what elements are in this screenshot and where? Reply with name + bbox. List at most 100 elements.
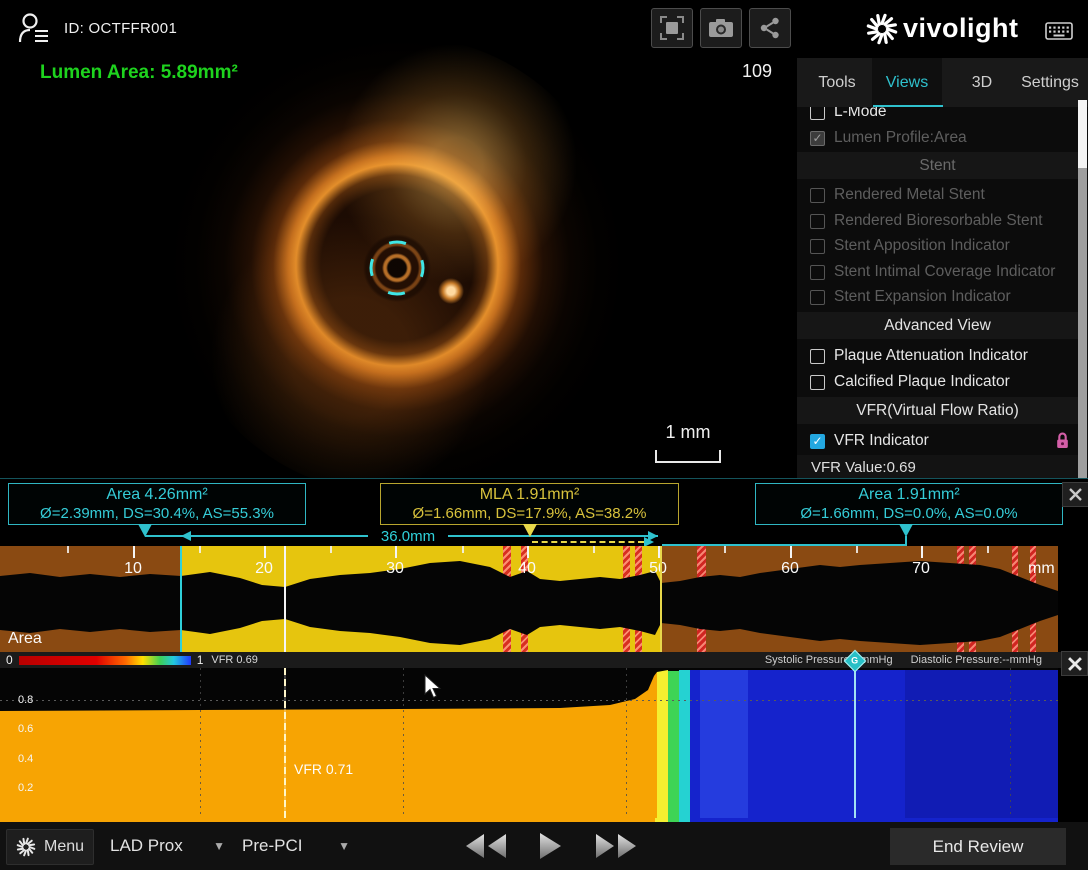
vfr-colorbar bbox=[19, 656, 191, 665]
gridline-v3 bbox=[626, 668, 627, 818]
play-button[interactable] bbox=[538, 831, 562, 861]
measurement-row: Area 4.26mm² Ø=2.39mm, DS=30.4%, AS=55.3… bbox=[0, 478, 1088, 547]
ruler-minor-tick bbox=[593, 546, 595, 553]
views-item-label: VFR Indicator bbox=[834, 432, 929, 450]
ruler-tick-20 bbox=[264, 546, 266, 558]
tab-settings[interactable]: Settings bbox=[1015, 58, 1085, 107]
span-length-label: 36.0mm bbox=[368, 528, 448, 545]
current-frame-line-vfr[interactable] bbox=[284, 668, 286, 818]
vivolight-oct-app: ID: OCTFFR001 Lumen Area: 5.89mm² 109 bbox=[0, 0, 1088, 870]
mla-box[interactable]: MLA 1.91mm² Ø=1.66mm, DS=17.9%, AS=38.2% bbox=[380, 483, 679, 525]
selected-tab-underline bbox=[873, 105, 943, 107]
vivolight-logo-icon bbox=[865, 12, 899, 46]
keyboard-icon[interactable] bbox=[1045, 22, 1073, 40]
views-item-calcified-plaque-indicator[interactable]: Calcified Plaque Indicator bbox=[797, 370, 1077, 394]
lumen-profile-chart[interactable]: 10203040506070 Area mm bbox=[0, 546, 1058, 652]
ruler-minor-tick bbox=[724, 546, 726, 553]
lock-icon bbox=[1055, 432, 1070, 449]
span-arrow-left bbox=[181, 531, 191, 541]
scale-bar bbox=[655, 450, 721, 463]
ruler-minor-tick bbox=[462, 546, 464, 553]
colorbar-min: 0 bbox=[6, 653, 13, 667]
panel-scrollbar-thumb[interactable] bbox=[1078, 100, 1087, 168]
close-icon bbox=[1068, 657, 1082, 671]
vfr-pullback-map[interactable]: 0.80.60.40.2 bbox=[0, 668, 1058, 818]
menu-button[interactable]: Menu bbox=[6, 829, 94, 865]
unchecked-checkbox bbox=[810, 188, 825, 203]
tab-3d[interactable]: 3D bbox=[957, 58, 1007, 107]
checked-checkbox: ✓ bbox=[810, 131, 825, 146]
roi-right-boundary[interactable] bbox=[660, 546, 662, 652]
views-item-rendered-metal-stent: Rendered Metal Stent bbox=[797, 183, 1077, 207]
fullscreen-icon bbox=[659, 15, 685, 41]
ruler-minor-tick bbox=[199, 546, 201, 553]
views-item-l-mode[interactable]: L-Mode bbox=[797, 107, 1077, 124]
unchecked-checkbox bbox=[810, 239, 825, 254]
ruler-label-70: 70 bbox=[912, 560, 930, 578]
rewind-button[interactable] bbox=[464, 831, 508, 861]
share-button[interactable] bbox=[749, 8, 791, 48]
fast-forward-button[interactable] bbox=[594, 831, 638, 861]
ruler-minor-tick bbox=[856, 546, 858, 553]
views-item-stent-expansion-indicator: Stent Expansion Indicator bbox=[797, 285, 1077, 309]
ruler-label-30: 30 bbox=[386, 560, 404, 578]
vfr-ytick-0.4: 0.4 bbox=[18, 753, 33, 765]
views-item-label: Plaque Attenuation Indicator bbox=[834, 347, 1028, 365]
views-item-label: Stent Expansion Indicator bbox=[834, 288, 1011, 306]
unchecked-checkbox[interactable] bbox=[810, 375, 825, 390]
unchecked-checkbox[interactable] bbox=[810, 107, 825, 120]
views-item-plaque-attenuation-indicator[interactable]: Plaque Attenuation Indicator bbox=[797, 344, 1077, 368]
ruler-minor-tick bbox=[67, 546, 69, 553]
snapshot-button[interactable] bbox=[700, 8, 742, 48]
oct-viewport[interactable]: ID: OCTFFR001 Lumen Area: 5.89mm² 109 bbox=[0, 0, 797, 478]
fullscreen-button[interactable] bbox=[651, 8, 693, 48]
views-item-lumen-profile-area: ✓ Lumen Profile:Area bbox=[797, 126, 1077, 150]
close-measure-row-button[interactable] bbox=[1062, 482, 1088, 507]
scale-label: 1 mm bbox=[648, 422, 728, 443]
unchecked-checkbox bbox=[810, 265, 825, 280]
current-frame-line-profile[interactable] bbox=[284, 546, 286, 652]
tab-views[interactable]: Views bbox=[872, 58, 942, 107]
views-item-label: Rendered Metal Stent bbox=[834, 186, 985, 204]
panel-scrollbar[interactable] bbox=[1078, 100, 1087, 478]
views-item-label: Stent Apposition Indicator bbox=[834, 237, 1010, 255]
diastolic-pressure: Diastolic Pressure:--mmHg bbox=[911, 654, 1042, 666]
section-header-advanced-view: Advanced View bbox=[797, 312, 1078, 339]
proximal-reference-box[interactable]: Area 4.26mm² Ø=2.39mm, DS=30.4%, AS=55.3… bbox=[8, 483, 306, 525]
views-item-label: Lumen Profile:Area bbox=[834, 129, 967, 147]
ruler-tick-60 bbox=[790, 546, 792, 558]
panel-tabs: Tools Views 3D Settings bbox=[797, 58, 1088, 107]
vfr-colormap bbox=[0, 668, 1058, 818]
gridline-v2 bbox=[403, 668, 404, 818]
views-options-list: L-Mode✓Lumen Profile:AreaStentRendered M… bbox=[797, 107, 1088, 478]
vessel-dropdown[interactable]: LAD Prox▼ bbox=[110, 822, 225, 870]
profile-axis-label: Area bbox=[8, 630, 42, 648]
ruler-minor-tick bbox=[330, 546, 332, 553]
bottom-toolbar: Menu LAD Prox▼ Pre-PCI▼ End Review bbox=[0, 822, 1088, 870]
phase-dropdown[interactable]: Pre-PCI▼ bbox=[242, 822, 350, 870]
mla-dashed-line bbox=[532, 541, 644, 543]
colorbar-max: 1 bbox=[197, 653, 204, 667]
ruler-tick-70 bbox=[921, 546, 923, 558]
ruler-label-10: 10 bbox=[124, 560, 142, 578]
gridline-v1 bbox=[200, 668, 201, 818]
close-vfr-button[interactable] bbox=[1061, 651, 1088, 676]
views-item-rendered-bioresorbable-stent: Rendered Bioresorbable Stent bbox=[797, 209, 1077, 233]
gridline-v4 bbox=[1010, 668, 1011, 818]
menu-spinner-icon bbox=[16, 837, 36, 857]
catheter-marker-circle bbox=[367, 238, 427, 298]
chevron-down-icon: ▼ bbox=[338, 839, 350, 853]
unchecked-checkbox[interactable] bbox=[810, 349, 825, 364]
gridline-0.8 bbox=[0, 700, 1058, 701]
end-review-button[interactable]: End Review bbox=[890, 828, 1066, 865]
views-item-vfr-indicator[interactable]: ✓ VFR Indicator bbox=[797, 429, 1077, 453]
vfr-at-cursor: VFR 0.71 bbox=[294, 761, 353, 777]
brand-header: vivolight bbox=[797, 0, 1088, 58]
distal-reference-box[interactable]: Area 1.91mm² Ø=1.66mm, DS=0.0%, AS=0.0% bbox=[755, 483, 1063, 525]
patient-id: ID: OCTFFR001 bbox=[64, 20, 177, 37]
views-item-label: Stent Intimal Coverage Indicator bbox=[834, 263, 1055, 281]
tab-tools[interactable]: Tools bbox=[807, 58, 867, 107]
checked-checkbox[interactable]: ✓ bbox=[810, 434, 825, 449]
roi-left-boundary[interactable] bbox=[180, 546, 182, 652]
section-header-vfr-virtual-flow-ratio: VFR(Virtual Flow Ratio) bbox=[797, 397, 1078, 424]
